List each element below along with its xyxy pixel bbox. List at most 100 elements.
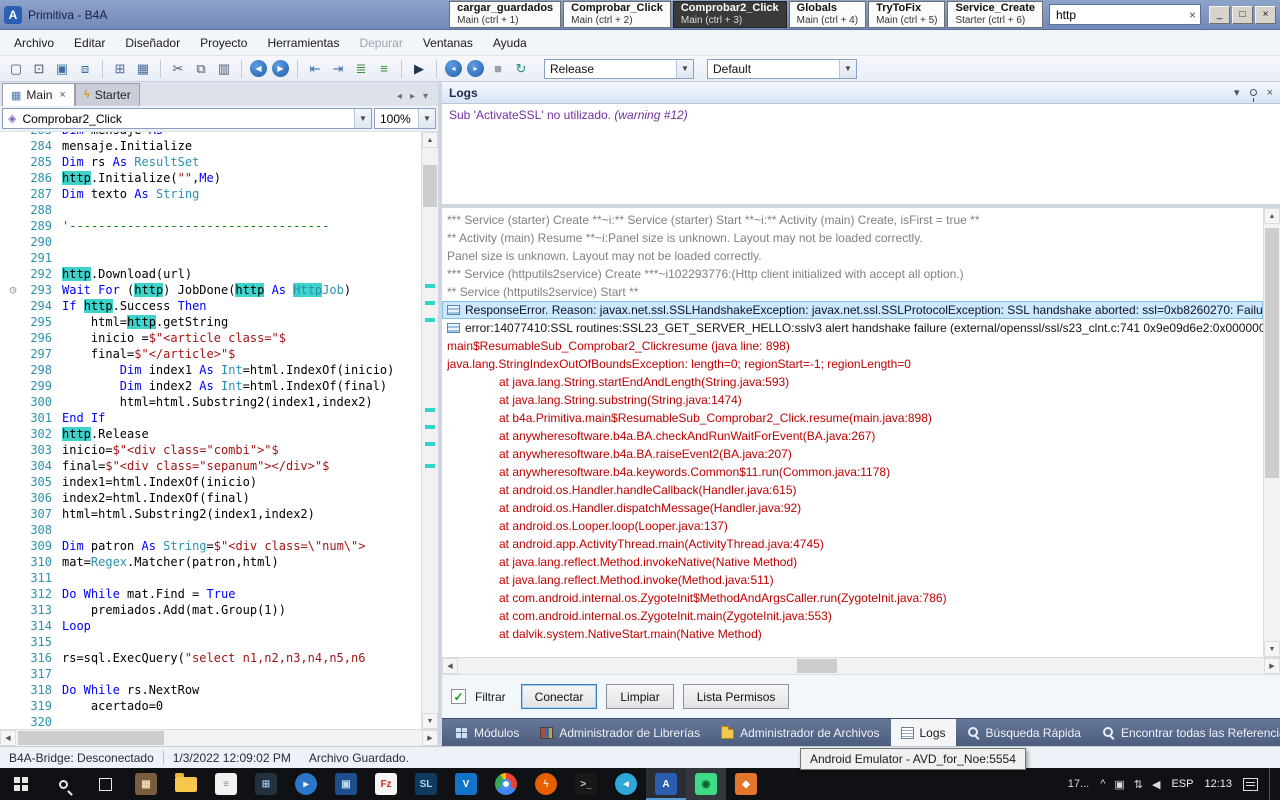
rebuild-icon[interactable]: ↻ (511, 59, 531, 79)
code-line[interactable]: 304final=$"<div class="sepanum"></div>"$ (0, 458, 421, 474)
logs-menu-icon[interactable]: ▾ (1234, 86, 1240, 99)
panel-tab-logs[interactable]: Logs (891, 719, 956, 746)
pin-icon[interactable] (1250, 89, 1257, 96)
taskbar-photos[interactable]: ▣ (326, 768, 366, 800)
scroll-down-icon[interactable] (422, 713, 438, 729)
code-line[interactable]: 302http.Release (0, 426, 421, 442)
taskbar-file-explorer[interactable] (166, 768, 206, 800)
editor-vscroll-track[interactable] (422, 148, 438, 713)
log-entry[interactable]: *** Service (starter) Create **~i:** Ser… (442, 211, 1263, 229)
panel-tab-m-dulos[interactable]: Módulos (445, 719, 529, 746)
code-line[interactable]: 301End If (0, 410, 421, 426)
log-entry[interactable]: at anywheresoftware.b4a.keywords.Common$… (442, 463, 1263, 481)
code-lines[interactable]: 283Dim mensaje As 284mensaje.Initialize2… (0, 132, 421, 729)
scroll-thumb[interactable] (423, 165, 437, 207)
log-entry[interactable]: at android.os.Handler.dispatchMessage(Ha… (442, 499, 1263, 517)
start-button[interactable] (0, 768, 42, 800)
log-entry[interactable]: at dalvik.system.NativeStart.main(Native… (442, 625, 1263, 643)
taskbar-foxit[interactable]: Fz (366, 768, 406, 800)
code-line[interactable]: 318Do While rs.NextRow (0, 682, 421, 698)
code-line[interactable]: 307html=html.Substring2(index1,index2) (0, 506, 421, 522)
code-line[interactable]: 309Dim patron As String=$"<div class=\"n… (0, 538, 421, 554)
scroll-up-icon[interactable] (422, 132, 438, 148)
profile-select[interactable]: Default ▼ (707, 59, 857, 79)
taskbar-notepad[interactable]: ≡ (206, 768, 246, 800)
code-line[interactable]: ◷293Wait For (http) JobDone(http As Http… (0, 282, 421, 298)
log-entry[interactable]: at anywheresoftware.b4a.BA.checkAndRunWa… (442, 427, 1263, 445)
panel-tab-administrador-de-librer-as[interactable]: Administrador de Librerías (530, 719, 710, 746)
log-entry[interactable]: ** Service (httputils2service) Start ** (442, 283, 1263, 301)
log-entry[interactable]: at java.lang.String.startEndAndLength(St… (442, 373, 1263, 391)
code-line[interactable]: 291 (0, 250, 421, 266)
warnings-area[interactable]: Sub 'ActivateSSL' no utilizado. (warning… (442, 104, 1280, 204)
taskbar-media-app[interactable]: ▸ (286, 768, 326, 800)
log-entry[interactable]: Panel size is unknown. Layout may not be… (442, 247, 1263, 265)
menu-item-diseñador[interactable]: Diseñador (115, 32, 190, 54)
quick-tab-Comprobar2_Click[interactable]: Comprobar2_ClickMain (ctrl + 3) (673, 1, 787, 28)
code-line[interactable]: 284mensaje.Initialize (0, 138, 421, 154)
code-line[interactable]: 308 (0, 522, 421, 538)
sub-selector-combo[interactable]: ◈ Comprobar2_Click ▼ (2, 108, 372, 129)
nav-forward-icon[interactable]: ▸ (467, 60, 484, 77)
taskbar-app-orange[interactable]: ◆ (726, 768, 766, 800)
maximize-button[interactable]: □ (1232, 6, 1253, 24)
panel-tab-b-squeda-r-pida[interactable]: Búsqueda Rápida (957, 719, 1091, 746)
indent-icon[interactable]: ⇥ (328, 59, 348, 79)
code-line[interactable]: 313 premiados.Add(mat.Group(1)) (0, 602, 421, 618)
menu-item-ayuda[interactable]: Ayuda (483, 32, 537, 54)
quick-tab-TryToFix[interactable]: TryToFixMain (ctrl + 5) (868, 1, 945, 28)
clear-button[interactable]: Limpiar (606, 684, 673, 709)
code-line[interactable]: 299 Dim index2 As Int=html.IndexOf(final… (0, 378, 421, 394)
code-line[interactable]: 317 (0, 666, 421, 682)
log-entry[interactable]: at android.app.ActivityThread.main(Activ… (442, 535, 1263, 553)
paste-icon[interactable]: ▥ (214, 59, 234, 79)
quick-tab-cargar_guardados[interactable]: cargar_guardadosMain (ctrl + 1) (449, 1, 561, 28)
code-line[interactable]: 295 html=http.getString (0, 314, 421, 330)
connect-button[interactable]: Conectar (521, 684, 598, 709)
taskbar-firefox[interactable]: ϟ (526, 768, 566, 800)
scroll-down-icon[interactable] (1264, 641, 1280, 657)
log-entry[interactable]: error:14077410:SSL routines:SSL23_GET_SE… (442, 319, 1263, 337)
comment-icon[interactable]: ≣ (351, 59, 371, 79)
code-line[interactable]: 286http.Initialize("",Me) (0, 170, 421, 186)
log-entry[interactable]: at java.lang.reflect.Method.invokeNative… (442, 553, 1263, 571)
minimize-button[interactable]: _ (1209, 6, 1230, 24)
code-line[interactable]: 310mat=Regex.Matcher(patron,html) (0, 554, 421, 570)
taskbar-b4a[interactable]: A (646, 768, 686, 800)
taskbar-app-dark[interactable]: ⊞ (246, 768, 286, 800)
menu-item-depurar[interactable]: Depurar (349, 32, 412, 54)
stop-icon[interactable]: ■ (488, 59, 508, 79)
panel-tab-administrador-de-archivos[interactable]: Administrador de Archivos (711, 719, 889, 746)
scroll-thumb[interactable] (18, 731, 164, 745)
log-entry[interactable]: at anywheresoftware.b4a.BA.raiseEvent2(B… (442, 445, 1263, 463)
panel-tab-encontrar-todas-las-referencias-f7-[interactable]: Encontrar todas las Referencias (F7) (1092, 719, 1280, 746)
code-line[interactable]: 316rs=sql.ExecQuery("select n1,n2,n3,n4,… (0, 650, 421, 666)
code-line[interactable]: 319 acertado=0 (0, 698, 421, 714)
menu-item-archivo[interactable]: Archivo (4, 32, 64, 54)
code-line[interactable]: 305index1=html.IndexOf(inicio) (0, 474, 421, 490)
editor-tab-starter[interactable]: ϟStarter (75, 83, 140, 106)
log-entry[interactable]: java.lang.StringIndexOutOfBoundsExceptio… (442, 355, 1263, 373)
code-line[interactable]: 300 html=html.Substring2(index1,index2) (0, 394, 421, 410)
logs-horizontal-scrollbar[interactable] (442, 657, 1280, 674)
undo-icon[interactable]: ◀ (250, 60, 267, 77)
scroll-left-icon[interactable] (442, 658, 458, 674)
log-entry[interactable]: at android.os.Handler.handleCallback(Han… (442, 481, 1263, 499)
menu-item-proyecto[interactable]: Proyecto (190, 32, 257, 54)
menu-item-ventanas[interactable]: Ventanas (413, 32, 483, 54)
menu-item-editar[interactable]: Editar (64, 32, 115, 54)
modules-icon[interactable]: ▦ (133, 59, 153, 79)
taskbar-app-briefcase[interactable]: ▦ (126, 768, 166, 800)
taskbar-telegram[interactable]: ◄ (606, 768, 646, 800)
log-entry[interactable]: ** Activity (main) Resume **~i:Panel siz… (442, 229, 1263, 247)
editor-tab-main[interactable]: ▦Main× (2, 83, 75, 106)
code-line[interactable]: 288 (0, 202, 421, 218)
code-line[interactable]: 292http.Download(url) (0, 266, 421, 282)
code-line[interactable]: 289'------------------------------------ (0, 218, 421, 234)
taskbar-vscode[interactable]: V (446, 768, 486, 800)
editor-hscroll-track[interactable] (16, 730, 422, 746)
code-line[interactable]: 298 Dim index1 As Int=html.IndexOf(inici… (0, 362, 421, 378)
code-line[interactable]: 285Dim rs As ResultSet (0, 154, 421, 170)
new-project-icon[interactable]: ▢ (6, 59, 26, 79)
code-line[interactable]: 311 (0, 570, 421, 586)
